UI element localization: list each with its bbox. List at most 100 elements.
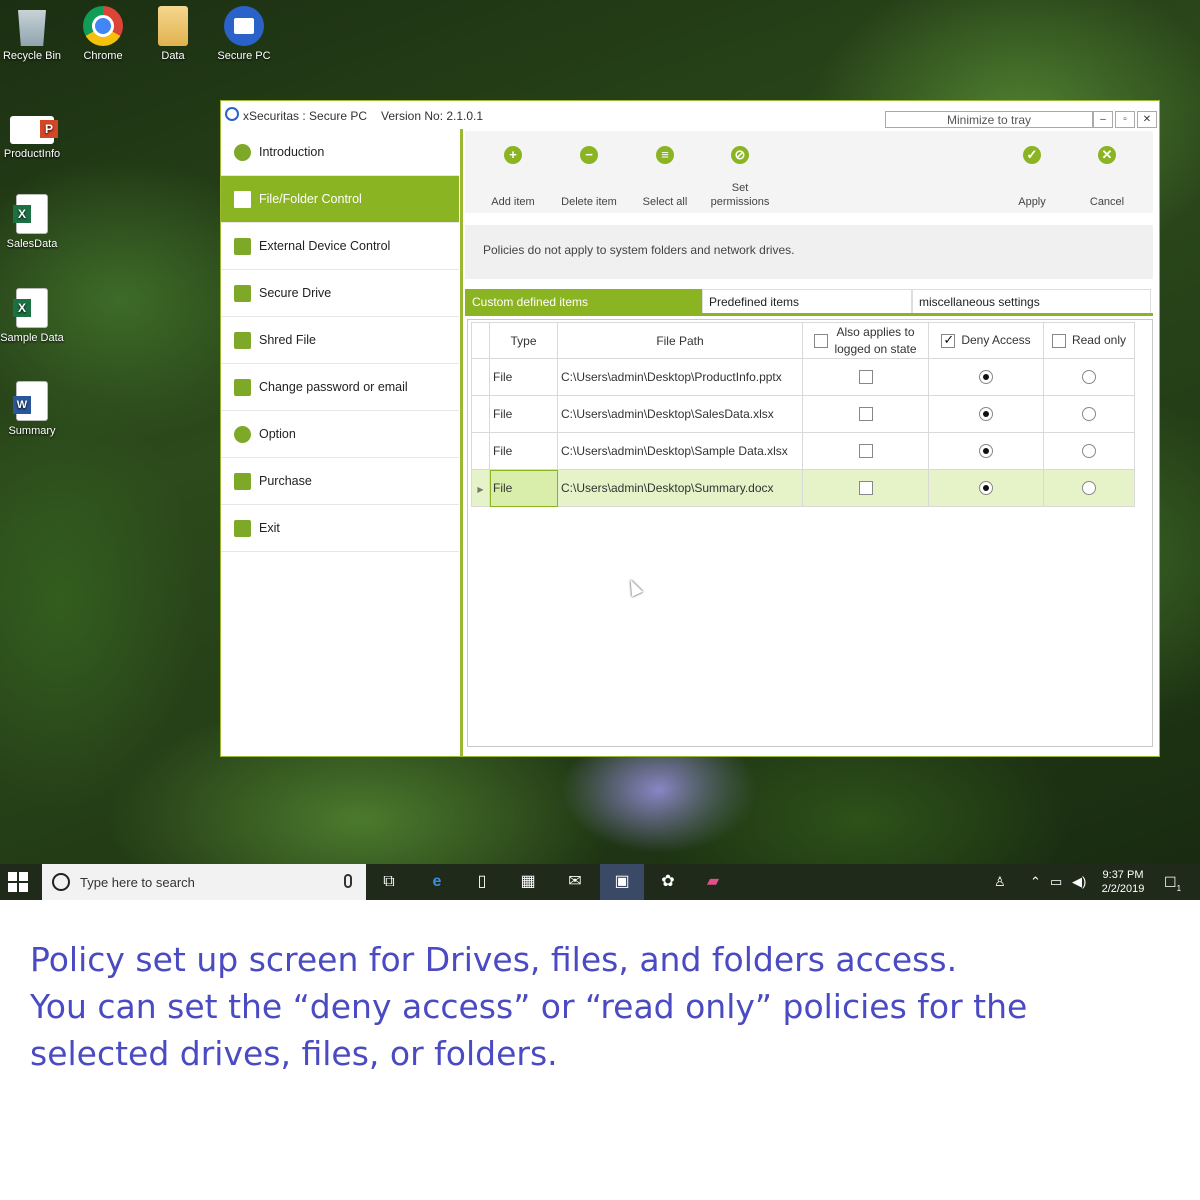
version-label: Version No: 2.1.0.1 [381, 109, 484, 123]
set-permissions-button[interactable]: ⊘ Set permissions [702, 131, 778, 213]
desktop-icon-sample-data[interactable]: Sample Data [0, 288, 67, 344]
desktop-icon-label: SalesData [6, 238, 58, 250]
volume-icon[interactable]: ◀) [1072, 874, 1086, 890]
cell-type[interactable]: File [489, 469, 558, 507]
cell-file-path[interactable]: C:\Users\admin\Desktop\ProductInfo.pptx [557, 358, 803, 396]
notification-center-icon[interactable]: ☐1 [1164, 874, 1181, 893]
also-applies-header-line1: Also applies to [836, 324, 915, 339]
paint-icon[interactable]: ▰ [702, 871, 724, 893]
desktop-icon-productinfo[interactable]: ProductInfo [0, 108, 67, 160]
row-indicator[interactable] [471, 358, 490, 396]
tab-miscellaneous-settings[interactable]: miscellaneous settings [912, 289, 1151, 313]
deny-access-all-checkbox[interactable] [941, 332, 956, 348]
table-row[interactable]: File C:\Users\admin\Desktop\ProductInfo.… [471, 358, 1135, 396]
sidebar-item-secure-drive[interactable]: Secure Drive [221, 270, 459, 317]
sidebar-item-purchase[interactable]: Purchase [221, 458, 459, 505]
table-row[interactable]: File C:\Users\admin\Desktop\SalesData.xl… [471, 395, 1135, 433]
desktop-icon-summary[interactable]: Summary [0, 381, 67, 437]
close-button[interactable]: ✕ [1137, 111, 1157, 128]
row-indicator[interactable] [471, 395, 490, 433]
row-indicator[interactable] [471, 432, 490, 470]
title-bar[interactable]: xSecuritas : Secure PC Version No: 2.1.0… [221, 101, 1159, 129]
cell-file-path[interactable]: C:\Users\admin\Desktop\Summary.docx [557, 469, 803, 507]
minimize-to-tray-button[interactable]: Minimize to tray [885, 111, 1093, 128]
desktop-icon-recycle-bin[interactable]: Recycle Bin [0, 6, 67, 62]
desktop-icon-secure-pc[interactable]: Secure PC [209, 6, 279, 62]
also-applies-checkbox[interactable] [858, 481, 873, 496]
read-only-all-checkbox[interactable] [1051, 333, 1066, 348]
deny-access-radio[interactable] [979, 444, 993, 459]
chrome-icon [83, 6, 123, 46]
edge-icon[interactable]: e [426, 871, 448, 893]
delete-item-label: Delete item [561, 196, 617, 208]
sidebar-item-shred-file[interactable]: Shred File [221, 317, 459, 364]
also-applies-checkbox[interactable] [858, 370, 873, 385]
maximize-button[interactable]: ▫ [1115, 111, 1135, 128]
sidebar-item-introduction[interactable]: Introduction [221, 129, 459, 176]
policy-notice: Policies do not apply to system folders … [465, 225, 1153, 279]
key-icon [234, 379, 251, 396]
task-view-icon[interactable]: ⧉ [378, 871, 400, 893]
list-icon: ≡ [656, 146, 674, 164]
also-applies-header-label: Also applies to logged on state [834, 324, 916, 358]
tab-custom-defined-items[interactable]: Custom defined items [465, 289, 702, 313]
table-row[interactable]: File C:\Users\admin\Desktop\Sample Data.… [471, 432, 1135, 470]
sidebar-item-label: Shred File [259, 333, 316, 347]
delete-item-button[interactable]: − Delete item [551, 131, 627, 213]
taskbar-search-box[interactable]: Type here to search [42, 864, 366, 900]
read-only-radio[interactable] [1082, 481, 1096, 496]
start-button[interactable] [8, 872, 28, 892]
cell-type[interactable]: File [489, 358, 558, 396]
sidebar-item-change-password[interactable]: Change password or email [221, 364, 459, 411]
also-applies-checkbox[interactable] [858, 444, 873, 459]
microphone-icon[interactable] [344, 874, 352, 888]
add-item-button[interactable]: + Add item [475, 131, 551, 213]
also-applies-all-checkbox[interactable] [814, 333, 829, 348]
desktop-icon-chrome[interactable]: Chrome [68, 6, 138, 62]
minimize-button[interactable]: – [1093, 111, 1113, 128]
cell-read-only [1043, 432, 1135, 470]
app-logo-icon [225, 107, 239, 121]
desktop-icon-data[interactable]: Data [138, 6, 208, 62]
cell-type[interactable]: File [489, 432, 558, 470]
sidebar-item-file-folder-control[interactable]: File/Folder Control [221, 176, 459, 223]
desktop-icon-salesdata[interactable]: SalesData [0, 194, 67, 250]
printer-icon [234, 238, 251, 255]
photos-icon[interactable]: ✿ [657, 871, 679, 893]
also-applies-checkbox[interactable] [858, 407, 873, 422]
cell-type[interactable]: File [489, 395, 558, 433]
tab-predefined-items[interactable]: Predefined items [702, 289, 912, 313]
column-header-file-path[interactable]: File Path [557, 322, 803, 359]
select-all-button[interactable]: ≡ Select all [627, 131, 703, 213]
column-header-deny-access[interactable]: Deny Access [928, 322, 1044, 359]
sidebar-item-external-device-control[interactable]: External Device Control [221, 223, 459, 270]
people-icon[interactable]: ♙ [994, 874, 1006, 890]
column-header-read-only[interactable]: Read only [1043, 322, 1135, 359]
read-only-radio[interactable] [1082, 407, 1096, 422]
table-row-selected[interactable]: ▶ File C:\Users\admin\Desktop\Summary.do… [471, 469, 1135, 507]
mail-icon[interactable]: ✉ [564, 871, 586, 893]
secure-pc-icon[interactable]: ▣ [600, 864, 644, 900]
deny-access-radio[interactable] [979, 370, 993, 385]
desktop: Recycle Bin Chrome Data Secure PC Produc… [0, 0, 1200, 900]
store-icon[interactable]: ▦ [517, 871, 539, 893]
sidebar-item-exit[interactable]: Exit [221, 505, 459, 552]
deny-access-radio[interactable] [979, 407, 993, 422]
row-indicator[interactable]: ▶ [471, 469, 490, 507]
file-icon[interactable]: ▯ [471, 871, 493, 893]
sidebar-item-option[interactable]: Option [221, 411, 459, 458]
column-header-type[interactable]: Type [489, 322, 558, 359]
cell-file-path[interactable]: C:\Users\admin\Desktop\SalesData.xlsx [557, 395, 803, 433]
network-icon[interactable]: ▭ [1050, 874, 1062, 890]
read-only-radio[interactable] [1082, 370, 1096, 385]
cancel-button[interactable]: ✕ Cancel [1069, 131, 1145, 213]
apply-label: Apply [1018, 196, 1046, 208]
column-header-also-applies[interactable]: Also applies to logged on state [802, 322, 929, 359]
apply-button[interactable]: ✓ Apply [994, 131, 1070, 213]
chevron-up-icon[interactable]: ⌃ [1030, 874, 1041, 890]
cell-file-path[interactable]: C:\Users\admin\Desktop\Sample Data.xlsx [557, 432, 803, 470]
cell-also-applies [802, 432, 929, 470]
read-only-radio[interactable] [1082, 444, 1096, 459]
deny-access-radio[interactable] [979, 481, 993, 496]
taskbar-clock[interactable]: 9:37 PM 2/2/2019 [1094, 868, 1152, 896]
